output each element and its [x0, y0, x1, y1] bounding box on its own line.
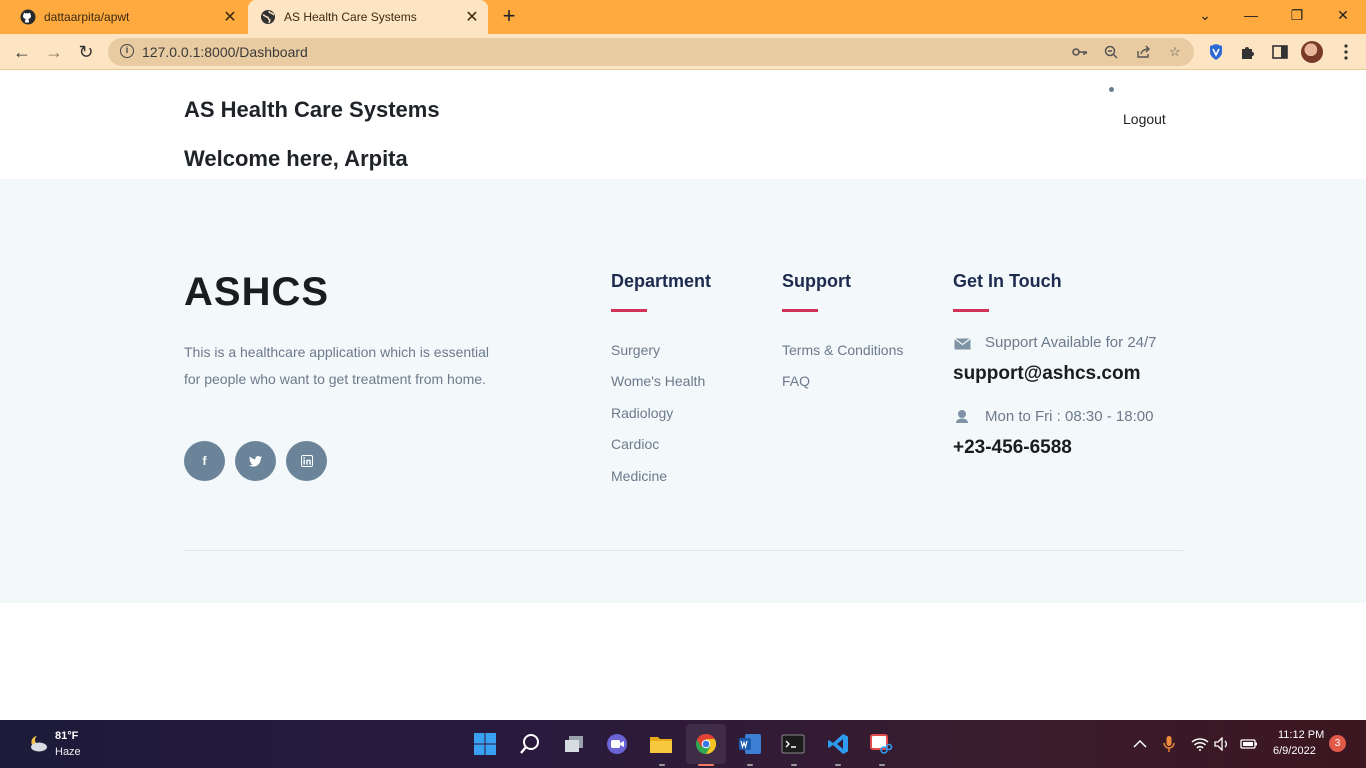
- extensions-puzzle-icon[interactable]: [1238, 42, 1258, 62]
- support-email[interactable]: support@ashcs.com: [953, 363, 1140, 385]
- chrome-icon[interactable]: [693, 732, 719, 756]
- facebook-icon[interactable]: f: [184, 441, 225, 481]
- github-icon: [20, 9, 36, 25]
- welcome-heading: Welcome here, Arpita: [184, 146, 408, 171]
- footer-link-surgery[interactable]: Surgery: [611, 342, 660, 358]
- heading-underline: [611, 309, 647, 312]
- footer-link-faq[interactable]: FAQ: [782, 373, 810, 389]
- support-phone[interactable]: +23-456-6588: [953, 437, 1072, 459]
- footer-description: This is a healthcare application which i…: [184, 344, 490, 387]
- clock-date[interactable]: 6/9/2022: [1273, 745, 1316, 757]
- hours-label: Mon to Fri : 08:30 - 18:00: [985, 408, 1154, 425]
- clock-time[interactable]: 11:12 PM: [1278, 729, 1324, 741]
- running-indicator: [747, 764, 753, 766]
- tab-title: AS Health Care Systems: [284, 10, 417, 24]
- weather-temperature: 81°F: [55, 730, 79, 742]
- back-button[interactable]: ←: [10, 40, 34, 64]
- url-text: 127.0.0.1:8000/Dashboard: [142, 44, 308, 60]
- footer-link-cardioc[interactable]: Cardioc: [611, 436, 659, 452]
- task-view-icon[interactable]: [561, 732, 587, 756]
- new-tab-button[interactable]: +: [498, 5, 520, 28]
- heading-underline: [782, 309, 818, 312]
- key-icon[interactable]: [1072, 44, 1088, 60]
- close-tab-icon[interactable]: ✕: [220, 7, 240, 27]
- logout-link[interactable]: Logout: [1123, 111, 1166, 127]
- tab-search-icon[interactable]: ⌄: [1182, 0, 1228, 30]
- footer-link-radiology[interactable]: Radiology: [611, 405, 673, 421]
- envelope-icon: [953, 336, 971, 352]
- site-info-icon[interactable]: i: [120, 44, 134, 58]
- battery-icon[interactable]: [1240, 735, 1258, 753]
- footer-logo: ASHCS: [184, 270, 330, 314]
- linkedin-icon[interactable]: in: [286, 441, 327, 481]
- nav-bullet: [1109, 87, 1114, 92]
- profile-avatar[interactable]: [1301, 41, 1323, 63]
- bookmark-star-icon[interactable]: ☆: [1167, 44, 1183, 60]
- site-footer: ASHCS This is a healthcare application w…: [0, 179, 1366, 603]
- contact-heading: Get In Touch: [953, 271, 1062, 291]
- active-indicator: [698, 764, 714, 766]
- terminal-icon[interactable]: [780, 732, 806, 756]
- minimize-button[interactable]: —: [1228, 0, 1274, 30]
- close-tab-icon[interactable]: ✕: [462, 7, 482, 27]
- footer-link-womens-health[interactable]: Wome's Health: [611, 373, 705, 389]
- footer-link-medicine[interactable]: Medicine: [611, 468, 667, 484]
- page-header: AS Health Care Systems Welcome here, Arp…: [0, 70, 1366, 179]
- browser-toolbar: ← → ↻ i 127.0.0.1:8000/Dashboard ☆: [0, 34, 1366, 70]
- restore-button[interactable]: ❐: [1274, 0, 1320, 30]
- file-explorer-icon[interactable]: [648, 732, 674, 756]
- support-heading: Support: [782, 271, 851, 291]
- footer-link-terms[interactable]: Terms & Conditions: [782, 342, 903, 358]
- department-heading: Department: [611, 271, 712, 291]
- running-indicator: [791, 764, 797, 766]
- vscode-icon[interactable]: [825, 732, 851, 756]
- email-label: Support Available for 24/7: [985, 334, 1157, 351]
- weather-condition: Haze: [55, 746, 81, 758]
- reload-button[interactable]: ↻: [74, 40, 98, 64]
- teams-chat-icon[interactable]: [604, 732, 630, 756]
- side-panel-icon[interactable]: [1270, 42, 1290, 62]
- volume-icon[interactable]: [1214, 735, 1232, 753]
- running-indicator: [659, 764, 665, 766]
- forward-button[interactable]: →: [42, 40, 66, 64]
- tab-title: dattaarpita/apwt: [44, 10, 130, 24]
- zoom-icon[interactable]: [1103, 44, 1119, 60]
- weather-cloud-moon-icon[interactable]: [27, 733, 49, 753]
- twitter-icon[interactable]: t: [235, 441, 276, 481]
- microphone-icon[interactable]: [1160, 735, 1178, 753]
- site-brand[interactable]: AS Health Care Systems: [184, 97, 440, 123]
- footer-divider: [184, 550, 1183, 551]
- chevron-up-icon[interactable]: [1131, 735, 1149, 753]
- os-taskbar: 81°F Haze 11:12 PM 6/9/2022 3: [0, 720, 1366, 768]
- wifi-icon[interactable]: [1191, 735, 1209, 753]
- word-icon[interactable]: [737, 732, 763, 756]
- running-indicator: [835, 764, 841, 766]
- running-indicator: [879, 764, 885, 766]
- tab-github[interactable]: dattaarpita/apwt ✕: [8, 0, 246, 34]
- globe-icon: [260, 9, 276, 25]
- close-window-button[interactable]: ✕: [1320, 0, 1366, 30]
- browser-tab-bar: dattaarpita/apwt ✕ AS Health Care System…: [0, 0, 1366, 34]
- address-bar[interactable]: i 127.0.0.1:8000/Dashboard ☆: [108, 38, 1194, 66]
- notification-badge[interactable]: 3: [1329, 735, 1346, 752]
- share-icon[interactable]: [1135, 44, 1151, 60]
- vpn-shield-icon[interactable]: [1206, 42, 1226, 62]
- headset-icon: [953, 408, 971, 424]
- search-icon[interactable]: [517, 732, 543, 756]
- tab-health-care[interactable]: AS Health Care Systems ✕: [248, 0, 488, 34]
- snipping-tool-icon[interactable]: [868, 732, 894, 756]
- more-menu-icon[interactable]: [1336, 42, 1356, 62]
- windows-start-icon[interactable]: [472, 732, 498, 756]
- heading-underline: [953, 309, 989, 312]
